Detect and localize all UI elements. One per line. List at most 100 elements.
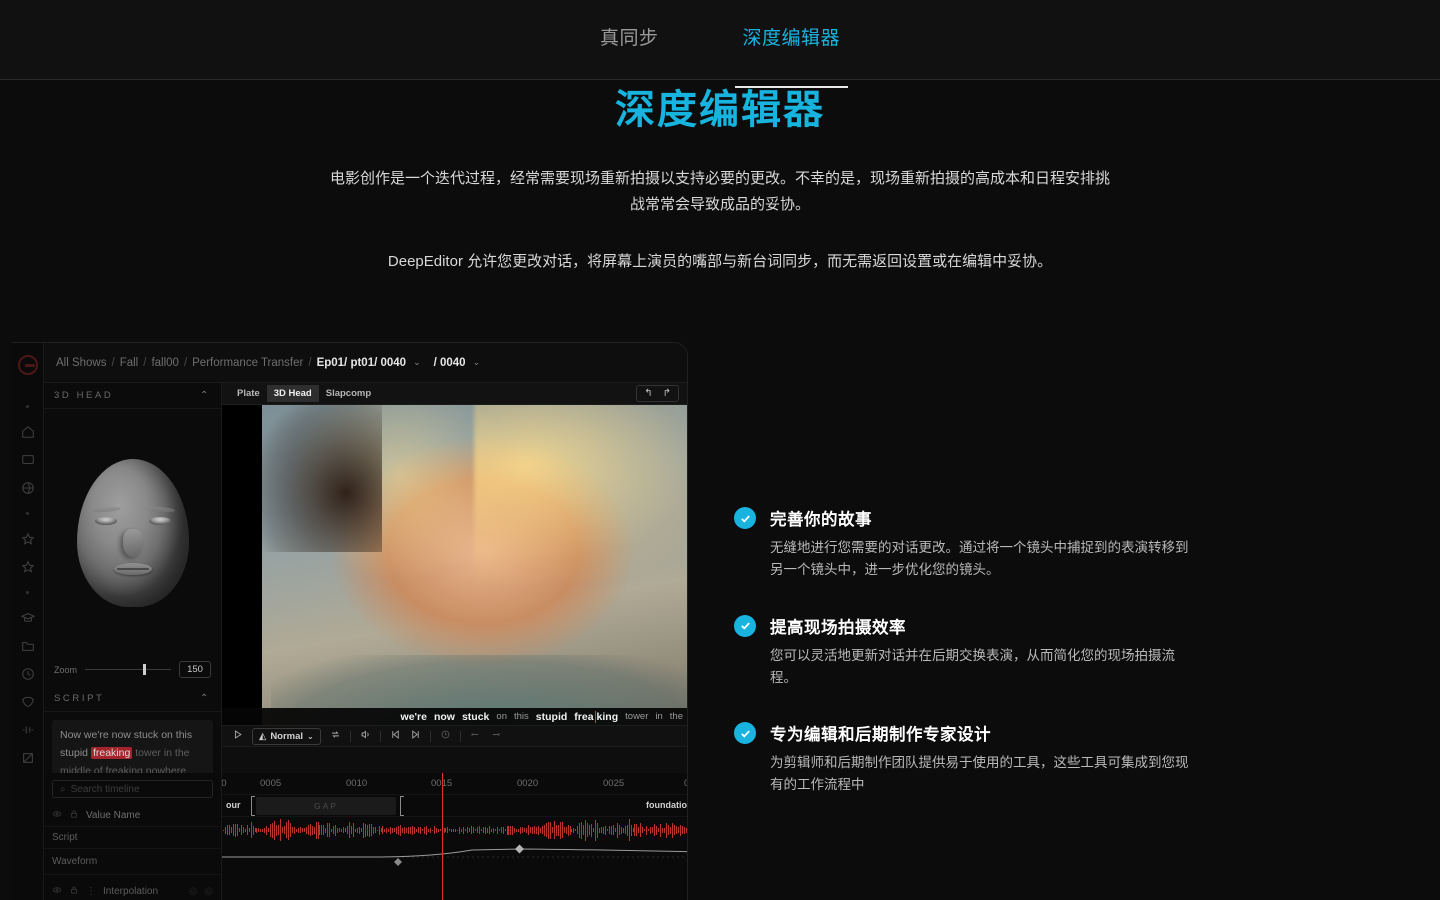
timeline-script-clips[interactable]: our GAP foundation xyxy=(222,795,687,817)
video-subtitle-track[interactable]: we're now stuck on this stupid frea king… xyxy=(222,708,687,725)
waveform-bar xyxy=(593,828,595,832)
nav-tab-truesync[interactable]: 真同步 xyxy=(598,23,661,56)
drag-handle-icon[interactable]: ⋮ xyxy=(86,886,96,897)
play-icon[interactable] xyxy=(232,729,243,743)
chevron-down-icon-secondary[interactable]: ⌄ xyxy=(473,357,481,368)
video-stage[interactable]: we're now stuck on this stupid frea king… xyxy=(222,405,687,725)
transport-bar: ◭ Normal ⌄ xyxy=(222,725,687,747)
breadcrumb-item-fall[interactable]: Fall xyxy=(120,357,139,369)
clip-label-foundation[interactable]: foundation xyxy=(646,800,687,810)
breadcrumb-sep-1: / xyxy=(111,356,115,369)
waveform-bar xyxy=(319,825,321,835)
range-in-icon[interactable] xyxy=(470,729,481,743)
breadcrumb-secondary-shot[interactable]: / 0040 xyxy=(434,357,466,369)
timeline-ruler[interactable]: 00 0005 0010 0015 0020 0025 00 xyxy=(222,773,687,795)
nav-tab-deepeditor[interactable]: 深度编辑器 xyxy=(734,23,848,88)
undo-icon[interactable]: ↰ xyxy=(644,388,652,399)
interpolation-option-icon-1[interactable]: ◎ xyxy=(189,886,198,897)
waveform-bar xyxy=(291,827,293,833)
viewer-tab-3d-head[interactable]: 3D Head xyxy=(266,385,319,402)
waveform-bar xyxy=(341,828,343,832)
waveform-bar xyxy=(543,824,545,836)
waveform-bar xyxy=(282,827,284,833)
clip-label-our[interactable]: our xyxy=(226,800,241,810)
viewer-tab-plate[interactable]: Plate xyxy=(230,385,267,402)
chevron-up-icon-script[interactable]: ⌃ xyxy=(200,693,211,704)
timeline-row-waveform[interactable]: Waveform xyxy=(44,849,221,875)
waveform-bar xyxy=(378,825,380,835)
timeline-row-interpolation[interactable]: ⋮ Interpolation ◎ ◎ xyxy=(44,875,221,900)
waveform-bar xyxy=(360,828,362,832)
skip-next-icon[interactable] xyxy=(410,729,421,743)
zoom-value-input[interactable]: 150 xyxy=(179,661,211,678)
lock-icon-header[interactable] xyxy=(69,809,79,822)
waveform-bar xyxy=(555,824,557,836)
waveform-bar xyxy=(516,828,518,832)
timeline-waveform[interactable] xyxy=(222,817,687,843)
3d-head-viewport[interactable] xyxy=(44,409,221,657)
clip-gap[interactable]: GAP xyxy=(256,797,396,815)
breadcrumb-current-shot[interactable]: Ep01/ pt01/ 0040 xyxy=(317,357,407,369)
waveform-bar xyxy=(421,829,423,831)
clock-icon[interactable] xyxy=(20,666,36,682)
playback-mode-select[interactable]: ◭ Normal ⌄ xyxy=(252,727,321,745)
range-out-icon[interactable] xyxy=(490,729,501,743)
waveform-bar xyxy=(284,826,285,834)
waveform-bar xyxy=(343,827,345,833)
eye-icon-interpolation[interactable] xyxy=(52,885,62,898)
waveform-bar xyxy=(248,828,250,832)
lock-icon-interpolation[interactable] xyxy=(69,885,79,898)
waveform-bar xyxy=(226,825,228,835)
skip-previous-icon[interactable] xyxy=(390,729,401,743)
waveform-bar xyxy=(482,827,484,833)
waveform-bar xyxy=(599,827,600,833)
waveform-bar xyxy=(384,828,386,832)
graduation-cap-icon[interactable] xyxy=(20,610,36,626)
timeline-playhead[interactable] xyxy=(442,773,443,900)
star-icon-2[interactable] xyxy=(20,559,36,575)
zoom-slider[interactable] xyxy=(85,664,171,675)
timeline-row-script[interactable]: Script xyxy=(44,827,221,849)
comment-icon[interactable] xyxy=(20,452,36,468)
interpolation-option-icon-2[interactable]: ◎ xyxy=(204,886,213,897)
volume-icon[interactable] xyxy=(360,729,371,743)
feature-body-3: 为剪辑师和后期制作团队提供易于使用的工具，这些工具可集成到您现有的工作流程中 xyxy=(770,755,1189,793)
subtitle-word-2: stuck xyxy=(461,710,490,723)
waveform-bar xyxy=(453,828,455,832)
clock-icon-transport[interactable] xyxy=(440,729,451,743)
panel-header-script[interactable]: SCRIPT ⌃ xyxy=(44,686,221,712)
zoom-slider-knob[interactable] xyxy=(142,664,146,675)
waveform-bar xyxy=(591,823,593,837)
waveform-bar xyxy=(433,826,435,834)
chevron-down-icon-shot[interactable]: ⌄ xyxy=(413,357,421,368)
search-timeline-input[interactable]: ⌕ Search timeline xyxy=(52,780,213,798)
rail-divider-3 xyxy=(26,591,29,594)
waveform-bar xyxy=(254,828,256,832)
timeline-interpolation-curve[interactable] xyxy=(222,843,687,877)
waveform-bar xyxy=(455,828,457,832)
waveform-bar xyxy=(451,828,453,832)
waveform-bar xyxy=(608,826,610,834)
viewer-tab-slapcomp[interactable]: Slapcomp xyxy=(319,385,378,402)
timeline-tracks-area[interactable]: 00 0005 0010 0015 0020 0025 00 our GAP f… xyxy=(222,773,687,900)
star-icon-1[interactable] xyxy=(20,531,36,547)
undo-redo-group: ↰ ↱ xyxy=(636,385,679,402)
waveform-icon[interactable] xyxy=(20,722,36,738)
redo-icon[interactable]: ↱ xyxy=(663,388,671,399)
globe-icon[interactable] xyxy=(20,480,36,496)
loop-icon[interactable] xyxy=(330,729,341,743)
panel-header-3d-head[interactable]: 3D HEAD ⌃ xyxy=(44,383,221,409)
app-logo-icon[interactable] xyxy=(17,355,38,375)
waveform-bar xyxy=(681,826,683,834)
folder-icon[interactable] xyxy=(20,638,36,654)
viewer-column: Plate 3D Head Slapcomp ↰ ↱ we're now stu… xyxy=(222,383,687,747)
crop-icon[interactable] xyxy=(20,750,36,766)
breadcrumb-item-fall00[interactable]: fall00 xyxy=(151,357,179,369)
mask-icon[interactable] xyxy=(20,694,36,710)
eye-icon-header[interactable] xyxy=(52,809,62,822)
breadcrumb-item-performance-transfer[interactable]: Performance Transfer xyxy=(192,357,303,369)
home-icon[interactable] xyxy=(20,424,36,440)
chevron-up-icon-3d-head[interactable]: ⌃ xyxy=(200,390,211,401)
breadcrumb-item-all-shows[interactable]: All Shows xyxy=(56,357,107,369)
video-frame-shadow-left xyxy=(262,405,382,553)
